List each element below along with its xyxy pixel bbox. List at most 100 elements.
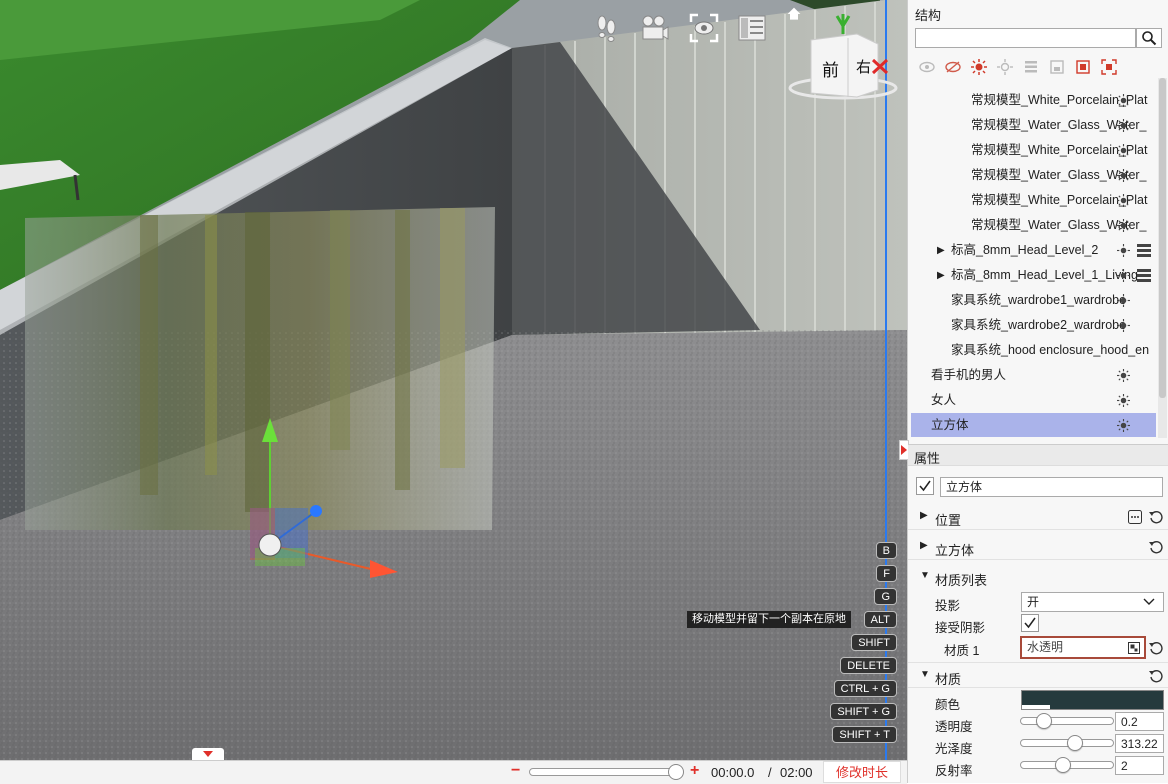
tree-item[interactable]: 女人 bbox=[911, 388, 1156, 413]
hide-icon[interactable] bbox=[944, 58, 962, 76]
material1-field[interactable]: 水透明 bbox=[1020, 636, 1146, 659]
nav-cube-front-label[interactable]: 前 bbox=[822, 56, 839, 81]
tree-item[interactable]: 看手机的男人 bbox=[911, 363, 1156, 388]
collapse-arrow-icon: ▼ bbox=[920, 570, 930, 581]
tree-item[interactable]: 常规模型_White_Porcelain_Plat bbox=[911, 88, 1156, 113]
object-visible-checkbox[interactable] bbox=[916, 477, 934, 495]
3d-viewport[interactable]: 前 右 B F G 移动模型并留下一个副本在原地 ALT SHIFT DELET… bbox=[0, 0, 907, 760]
opacity-slider-knob[interactable] bbox=[1035, 713, 1052, 729]
collapse-arrow-icon: ▼ bbox=[920, 669, 930, 680]
key-hint-ctrl-g: CTRL + G bbox=[833, 680, 897, 697]
tree-item-selected[interactable]: 立方体 bbox=[911, 413, 1156, 437]
search-button[interactable] bbox=[1136, 28, 1162, 48]
visibility-sun-icon[interactable] bbox=[1117, 269, 1130, 282]
tree-item[interactable]: 常规模型_Water_Glass_Water_ bbox=[911, 163, 1156, 188]
layer-icon[interactable] bbox=[1137, 244, 1151, 257]
layer-list-icon[interactable] bbox=[1022, 58, 1040, 76]
key-hint-alt: ALT bbox=[863, 611, 897, 628]
key-hint-f: F bbox=[876, 565, 897, 582]
light-on-icon[interactable] bbox=[970, 58, 988, 76]
search-icon bbox=[1142, 31, 1157, 46]
key-hint-b: B bbox=[875, 542, 897, 559]
properties-title: 属性 bbox=[914, 451, 941, 466]
visibility-sun-icon[interactable] bbox=[1117, 394, 1130, 407]
shadow-select-value: 开 bbox=[1027, 595, 1040, 609]
color-swatch[interactable] bbox=[1021, 690, 1164, 710]
reset-icon[interactable] bbox=[1149, 510, 1163, 524]
section-material[interactable]: ▼ 材质 bbox=[908, 662, 1168, 688]
shadow-select[interactable]: 开 bbox=[1021, 592, 1164, 612]
layer-icon[interactable] bbox=[1137, 269, 1151, 282]
reflectivity-input[interactable]: 2 bbox=[1115, 756, 1164, 775]
color-label: 颜色 bbox=[935, 698, 961, 712]
section-cube[interactable]: ▶ 立方体 bbox=[908, 534, 1168, 560]
timeline-toggle-handle[interactable] bbox=[192, 748, 224, 760]
structure-tree: 常规模型_White_Porcelain_Plat 常规模型_Water_Gla… bbox=[911, 75, 1156, 437]
layer-box-icon[interactable] bbox=[1048, 58, 1066, 76]
section-material-list[interactable]: ▼ 材质列表 bbox=[908, 564, 1168, 590]
tree-item[interactable]: 常规模型_Water_Glass_Water_ bbox=[911, 213, 1156, 238]
opacity-input[interactable]: 0.2 bbox=[1115, 712, 1164, 731]
receive-shadow-checkbox[interactable] bbox=[1021, 614, 1039, 632]
tree-item[interactable]: 常规模型_Water_Glass_Water_ bbox=[911, 113, 1156, 138]
home-icon[interactable] bbox=[784, 4, 804, 24]
chevron-down-icon bbox=[1143, 598, 1155, 605]
key-hint-g: G bbox=[874, 588, 897, 605]
timeline-minus-button[interactable]: − bbox=[511, 762, 520, 780]
tree-item[interactable]: 家具系统_wardrobe1_wardrobe bbox=[911, 288, 1156, 313]
gloss-input[interactable]: 313.22 bbox=[1115, 734, 1164, 753]
reset-icon[interactable] bbox=[1149, 669, 1163, 683]
reflectivity-slider-knob[interactable] bbox=[1055, 757, 1072, 773]
reset-icon[interactable] bbox=[1149, 540, 1163, 554]
tree-item-label: 标高_8mm_Head_Level_1_Living bbox=[951, 268, 1138, 282]
nav-cube-right-label[interactable]: 右 bbox=[856, 56, 871, 77]
tree-item[interactable]: 家具系统_wardrobe2_wardrobe bbox=[911, 313, 1156, 338]
footsteps-icon[interactable] bbox=[590, 12, 622, 44]
light-off-icon[interactable] bbox=[996, 58, 1014, 76]
expand-arrow-icon[interactable]: ▶ bbox=[937, 238, 945, 263]
tree-item[interactable]: 家具系统_hood enclosure_hood_en bbox=[911, 338, 1156, 363]
object-name-field[interactable]: 立方体 bbox=[940, 477, 1163, 497]
show-icon[interactable] bbox=[918, 58, 936, 76]
timeline-slider-knob[interactable] bbox=[668, 764, 684, 780]
timeline-plus-button[interactable]: + bbox=[690, 762, 699, 780]
focus-eye-icon[interactable] bbox=[688, 12, 720, 44]
tree-item[interactable]: ▶ 标高_8mm_Head_Level_2 bbox=[911, 238, 1156, 263]
visibility-sun-icon[interactable] bbox=[1117, 294, 1130, 307]
visibility-sun-icon[interactable] bbox=[1117, 194, 1130, 207]
camera-icon[interactable] bbox=[638, 12, 670, 44]
visibility-sun-icon[interactable] bbox=[1117, 244, 1130, 257]
opacity-slider[interactable] bbox=[1020, 717, 1114, 725]
panel-list-icon[interactable] bbox=[736, 12, 768, 44]
key-hint-shift-g: SHIFT + G bbox=[830, 703, 897, 720]
structure-search-input[interactable] bbox=[915, 28, 1136, 48]
isolate-icon[interactable] bbox=[1074, 58, 1092, 76]
visibility-sun-icon[interactable] bbox=[1117, 169, 1130, 182]
material-picker-icon[interactable] bbox=[1128, 642, 1140, 654]
visibility-sun-icon[interactable] bbox=[1117, 119, 1130, 132]
expand-arrow-icon[interactable]: ▶ bbox=[937, 263, 945, 288]
gloss-slider-knob[interactable] bbox=[1066, 735, 1083, 751]
visibility-sun-icon[interactable] bbox=[1117, 219, 1130, 232]
visibility-sun-icon[interactable] bbox=[1117, 369, 1130, 382]
tree-scrollbar[interactable] bbox=[1158, 78, 1167, 438]
tree-item[interactable]: ▶ 标高_8mm_Head_Level_1_Living bbox=[911, 263, 1156, 288]
tree-item-label: 看手机的男人 bbox=[931, 368, 1007, 382]
more-options-icon[interactable] bbox=[1128, 510, 1142, 524]
tree-item[interactable]: 常规模型_White_Porcelain_Plat bbox=[911, 138, 1156, 163]
edit-duration-button[interactable]: 修改时长 bbox=[823, 761, 901, 783]
tree-item[interactable]: 常规模型_White_Porcelain_Plat bbox=[911, 188, 1156, 213]
visibility-sun-icon[interactable] bbox=[1117, 94, 1130, 107]
visibility-sun-icon[interactable] bbox=[1117, 144, 1130, 157]
tree-scrollbar-thumb[interactable] bbox=[1159, 78, 1166, 398]
key-hint-delete: DELETE bbox=[840, 657, 897, 674]
gloss-label: 光泽度 bbox=[935, 742, 973, 756]
total-time: 02:00 bbox=[780, 765, 813, 780]
visibility-sun-icon[interactable] bbox=[1117, 319, 1130, 332]
timeline-slider-track[interactable] bbox=[529, 768, 679, 776]
reset-icon[interactable] bbox=[1149, 641, 1163, 655]
time-separator: / bbox=[768, 765, 772, 780]
section-position[interactable]: ▶ 位置 bbox=[908, 504, 1168, 530]
visibility-sun-icon[interactable] bbox=[1117, 419, 1130, 432]
fit-selection-icon[interactable] bbox=[1100, 58, 1118, 76]
